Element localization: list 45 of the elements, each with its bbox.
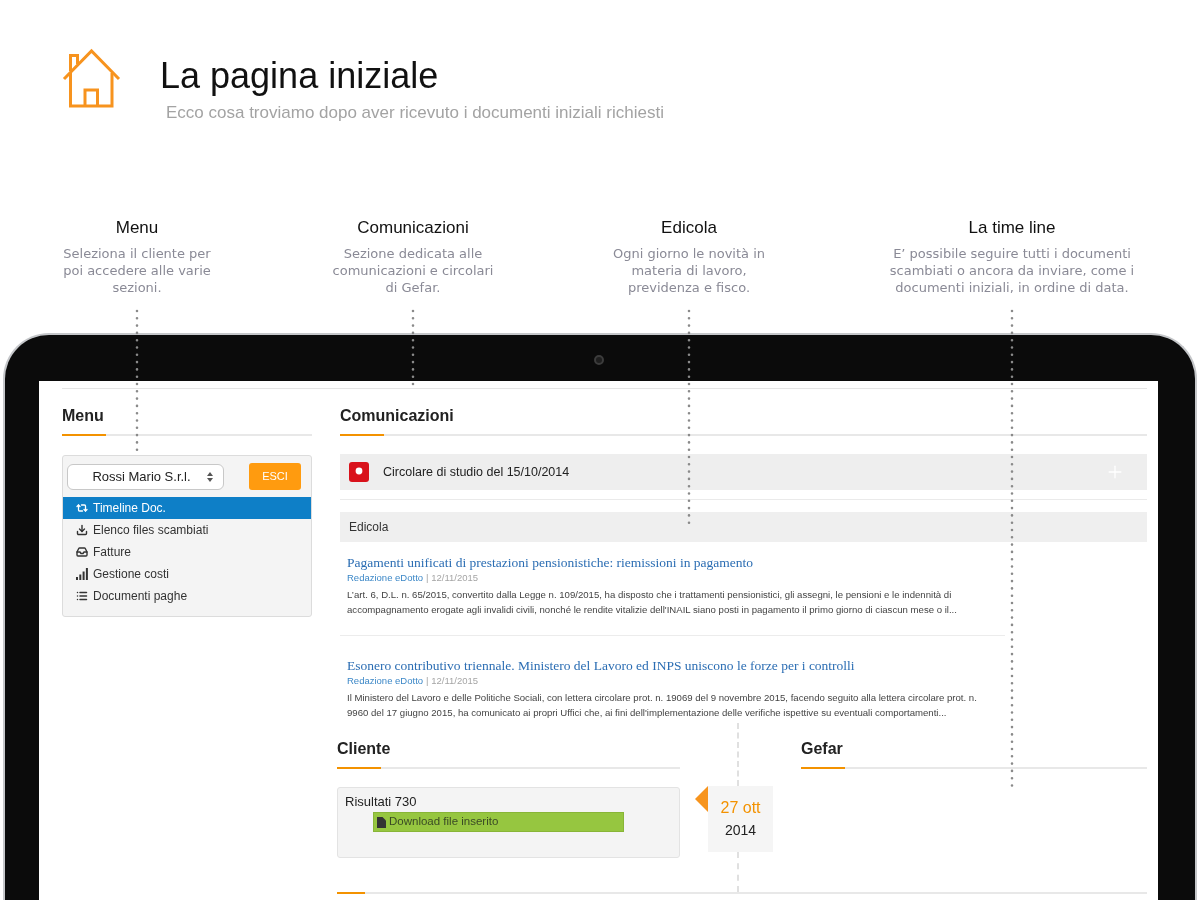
entry-title: Risultati 730: [345, 795, 417, 809]
callout-description: E’ possibile seguire tutti i documenti scambiati o ancora da inviare, come i documenti iniziali, in ordine di data.: [888, 245, 1136, 296]
signal-bars-icon: [76, 568, 88, 580]
section-heading: Comunicazioni: [340, 406, 454, 426]
callout-title: La time line: [968, 217, 1056, 239]
repeat-icon: [76, 502, 88, 514]
callout-description: Seleziona il cliente per poi accedere alle varie sezioni.: [62, 245, 212, 296]
section-bar: Edicola: [340, 512, 1147, 542]
house-icon: [62, 48, 122, 108]
callout-title: Comunicazioni: [357, 217, 469, 239]
camera-icon: [593, 355, 604, 365]
download-button[interactable]: Download file inserito: [373, 812, 624, 832]
dot-square-icon: [349, 462, 369, 482]
callout-title: Menu: [115, 217, 159, 239]
date-year: 2014: [724, 821, 757, 840]
author-link[interactable]: Redazione eDotto: [347, 572, 424, 584]
list-icon: [76, 590, 88, 602]
menu-item[interactable]: Timeline Doc.: [63, 497, 311, 519]
article-summary: Il Ministero del Lavoro e delle Politiche Sociali, con lettera circolare prot. n. 19069 del 9 novembre 2015, facendo seguito alla lettera circolare prot. n. 9960 del 17 giugno 2015, ha comunicato ai propri Uffici che, ai fini dell'implementazione delle verifiche ispettive su eventuali comportamenti...: [347, 691, 978, 720]
article-date: | 12/11/2015: [426, 675, 478, 687]
date-day: 27 ott: [720, 798, 761, 818]
menu-item[interactable]: Gestione costi: [63, 563, 311, 585]
menu-item[interactable]: Fatture: [63, 541, 311, 563]
download-icon: [76, 524, 88, 536]
menu-item[interactable]: Documenti paghe: [63, 585, 311, 607]
page-title: La pagina iniziale: [160, 56, 439, 96]
page-subtitle: Ecco cosa troviamo dopo aver ricevuto i documenti iniziali richiesti: [166, 103, 664, 123]
section-heading: Cliente: [337, 739, 391, 759]
pointer-triangle-icon: [695, 786, 708, 812]
file-icon: [377, 816, 386, 828]
section-heading: Menu: [62, 406, 104, 426]
sort-arrows-icon: [207, 471, 213, 482]
client-select[interactable]: Rossi Mario S.r.l.: [67, 463, 224, 490]
inbox-icon: [76, 546, 88, 558]
section-heading: Gefar: [801, 739, 843, 759]
author-link[interactable]: Redazione eDotto: [347, 675, 424, 687]
menu-item[interactable]: Elenco files scambiati: [63, 519, 311, 541]
article-summary: L’art. 6, D.L. n. 65/2015, convertito dalla Legge n. 109/2015, ha disposto che i trattamenti pensionistici, gli assegni, le pensioni e le indennità di accompagnamento erogate agli invalidi civili, nonché le rendite vitalizie dell'INAIL siano posti in pagamento il primo giorno di ciascun mese o il...: [347, 588, 958, 617]
callout-description: Ogni giorno le novità in materia di lavoro, previdenza e fisco.: [612, 245, 766, 296]
article-title-link[interactable]: Esonero contributivo triennale. Ministero del Lavoro ed INPS uniscono le forze per i controlli: [347, 657, 855, 674]
callout-description: Sezione dedicata alle comunicazioni e circolari di Gefar.: [331, 245, 495, 296]
article-title-link[interactable]: Pagamenti unificati di prestazioni pensionistiche: riemissioni in pagamento: [347, 554, 754, 571]
callout-title: Edicola: [661, 217, 717, 239]
communication-item[interactable]: Circolare di studio del 15/10/2014: [340, 454, 1147, 490]
article-date: | 12/11/2015: [426, 572, 478, 584]
